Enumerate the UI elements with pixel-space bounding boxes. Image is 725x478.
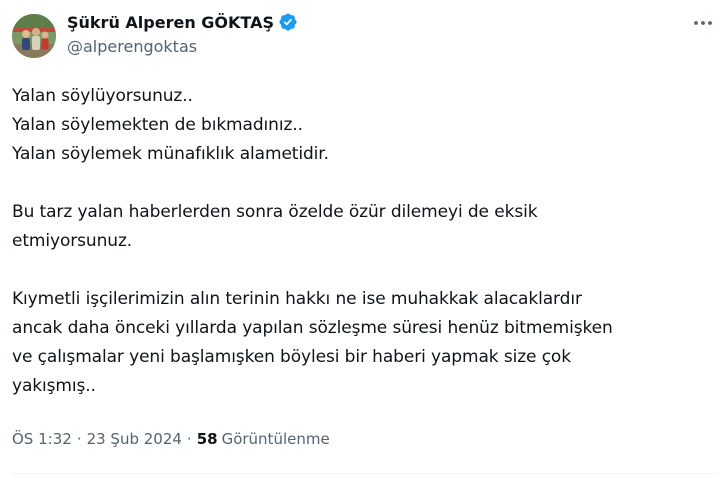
tweet-line: etmiyorsunuz. <box>12 231 133 251</box>
tweet-text: Yalan söylüyorsunuz.. Yalan söylemekten … <box>12 82 720 430</box>
tweet-paragraph: Yalan söylüyorsunuz.. Yalan söylemekten … <box>12 82 720 169</box>
meta-separator: · <box>186 430 192 448</box>
tweet-line: ancak daha önceki yıllarda yapılan sözle… <box>12 318 613 338</box>
verified-badge-icon[interactable] <box>278 12 298 32</box>
tweet-meta: ÖS 1:32 · 23 Şub 2024 · 58 Görüntülenme <box>12 430 330 448</box>
tweet-line: Yalan söylemekten de bıkmadınız.. <box>12 115 303 135</box>
tweet-line: Kıymetli işçilerimizin alın terinin hakk… <box>12 289 582 309</box>
tweet-paragraph: Bu tarz yalan haberlerden sonra özelde ö… <box>12 198 720 256</box>
meta-separator: · <box>76 430 82 448</box>
tweet-line: yakışmış.. <box>12 376 96 396</box>
tweet: Şükrü Alperen GÖKTAŞ @alperengoktas Yala… <box>0 0 725 478</box>
divider <box>12 473 717 474</box>
tweet-date[interactable]: 23 Şub 2024 <box>87 430 182 448</box>
author-display-name[interactable]: Şükrü Alperen GÖKTAŞ <box>67 13 274 32</box>
avatar-image <box>12 14 56 58</box>
tweet-line: Yalan söylemek münafıklık alametidir. <box>12 144 329 164</box>
tweet-line: Yalan söylüyorsunuz.. <box>12 86 193 106</box>
author-handle[interactable]: @alperengoktas <box>67 37 197 56</box>
more-dots-icon[interactable] <box>690 12 716 34</box>
views-label: Görüntülenme <box>221 430 330 448</box>
tweet-line: ve çalışmalar yeni başlamışken böylesi b… <box>12 347 571 367</box>
tweet-line: Bu tarz yalan haberlerden sonra özelde ö… <box>12 202 538 222</box>
tweet-paragraph: Kıymetli işçilerimizin alın terinin hakk… <box>12 285 720 401</box>
tweet-time[interactable]: ÖS 1:32 <box>12 430 72 448</box>
author-name-row: Şükrü Alperen GÖKTAŞ <box>67 11 298 33</box>
avatar[interactable] <box>12 14 56 58</box>
views-count: 58 <box>196 430 218 448</box>
